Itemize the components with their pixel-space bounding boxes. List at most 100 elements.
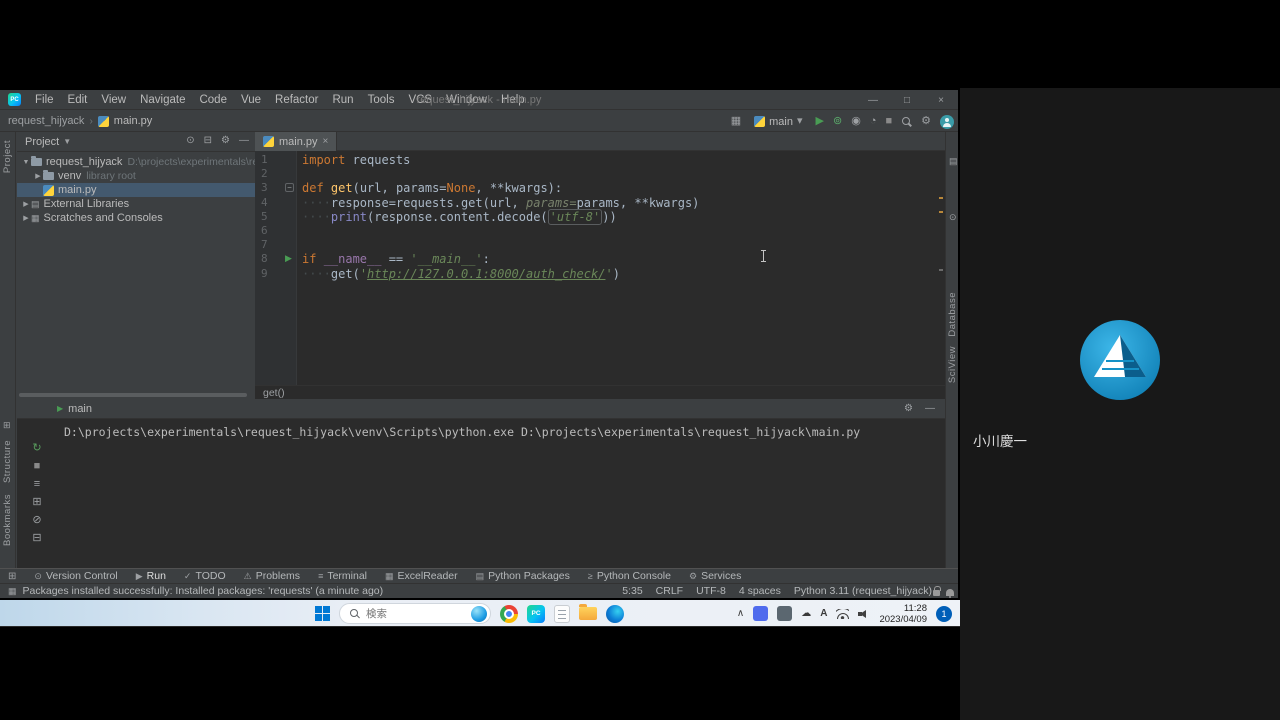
status-widget-2[interactable]: UTF-8 bbox=[696, 585, 726, 597]
file-explorer-icon[interactable] bbox=[579, 607, 597, 620]
menu-vcs[interactable]: VCS bbox=[402, 92, 438, 108]
editor-breadcrumb[interactable]: get() bbox=[255, 385, 945, 399]
start-button-icon[interactable] bbox=[315, 606, 330, 621]
settings-icon[interactable]: ⚙ bbox=[904, 403, 913, 414]
onedrive-cloud-icon[interactable]: ☁ bbox=[801, 608, 811, 619]
menu-edit[interactable]: Edit bbox=[62, 92, 94, 108]
console-output[interactable]: D:\projects\experimentals\request_hijyac… bbox=[64, 425, 941, 439]
commit-icon[interactable]: ⊞ bbox=[3, 420, 11, 431]
collapse-icon[interactable]: ⊟ bbox=[32, 533, 41, 544]
stop-icon[interactable]: ■ bbox=[34, 461, 41, 472]
run-config-selector[interactable]: main▾ bbox=[750, 115, 806, 129]
tray-chevron-up-icon[interactable]: ∧ bbox=[737, 608, 744, 619]
tree-item-external-libraries[interactable]: ▶▤External Libraries bbox=[17, 197, 255, 211]
menu-window[interactable]: Window bbox=[440, 92, 493, 108]
settings-button[interactable]: ⚙ bbox=[921, 116, 931, 127]
code-line-2[interactable] bbox=[302, 167, 945, 181]
toolwindow-button-terminal[interactable]: ≡Terminal bbox=[318, 570, 367, 582]
collapse-all-icon[interactable]: ⊟ bbox=[204, 135, 212, 146]
pin-icon[interactable]: ⊞ bbox=[32, 497, 41, 508]
toolwindow-button-excelreader[interactable]: ▦ExcelReader bbox=[385, 570, 458, 582]
stripe-database[interactable]: Database bbox=[947, 292, 958, 337]
run-button[interactable]: ▶ bbox=[816, 116, 824, 127]
notepad-icon[interactable] bbox=[554, 605, 570, 623]
stop-button[interactable]: ■ bbox=[885, 116, 892, 127]
status-widget-4[interactable]: Python 3.11 (request_hijyack) bbox=[794, 585, 932, 597]
code-editor[interactable]: 123456789 − ▶ import requestsdef get(url… bbox=[255, 151, 945, 385]
code-line-7[interactable] bbox=[302, 238, 945, 252]
toolwindow-button-python-packages[interactable]: ▤Python Packages bbox=[476, 570, 570, 582]
pycharm-taskbar-icon[interactable]: PC bbox=[527, 605, 545, 623]
menu-file[interactable]: File bbox=[29, 92, 60, 108]
editor-tab-main-py[interactable]: main.py × bbox=[255, 132, 337, 151]
stripe-sciview[interactable]: SciView bbox=[947, 346, 958, 383]
hide-panel-icon[interactable]: — bbox=[239, 135, 249, 146]
toolwindow-button-version-control[interactable]: ⊙Version Control bbox=[34, 570, 117, 582]
notifications-bell-icon[interactable] bbox=[946, 589, 954, 596]
horizontal-scrollbar[interactable] bbox=[19, 393, 247, 397]
wifi-icon[interactable] bbox=[836, 609, 849, 619]
chevron-right-icon[interactable]: ▶ bbox=[21, 200, 31, 208]
tray-app-icon[interactable] bbox=[777, 606, 792, 621]
debug-button[interactable]: ⊚ bbox=[833, 116, 842, 127]
breadcrumb-project[interactable]: request_hijyack bbox=[8, 115, 84, 127]
chevron-right-icon[interactable]: ▶ bbox=[21, 214, 31, 222]
code-line-3[interactable]: def get(url, params=None, **kwargs): bbox=[302, 181, 945, 195]
clear-icon[interactable]: ⊘ bbox=[32, 515, 41, 526]
restore-layout-icon[interactable]: ≡ bbox=[34, 479, 40, 490]
locate-file-icon[interactable]: ⊙ bbox=[186, 135, 194, 146]
menu-help[interactable]: Help bbox=[495, 92, 531, 108]
toolwindow-button-problems[interactable]: ⚠Problems bbox=[244, 570, 300, 582]
status-widget-1[interactable]: CRLF bbox=[656, 585, 683, 597]
toolwindow-button-services[interactable]: ⚙Services bbox=[689, 570, 741, 582]
chrome-icon[interactable] bbox=[500, 605, 518, 623]
close-button[interactable]: × bbox=[924, 90, 958, 110]
search-everywhere-button[interactable] bbox=[901, 116, 912, 127]
teams-icon[interactable] bbox=[753, 606, 768, 621]
status-widget-3[interactable]: 4 spaces bbox=[739, 585, 781, 597]
taskbar-search[interactable] bbox=[339, 603, 491, 624]
toolwindow-button-python-console[interactable]: ≥Python Console bbox=[588, 570, 671, 582]
tree-item-main-py[interactable]: main.py bbox=[17, 183, 255, 197]
code-line-1[interactable]: import requests bbox=[302, 153, 945, 167]
fold-marker-icon[interactable]: − bbox=[285, 183, 294, 192]
menu-run[interactable]: Run bbox=[326, 92, 359, 108]
tree-item-request-hijyack[interactable]: ▼request_hijyackD:\projects\experimental… bbox=[17, 155, 255, 169]
tree-item-scratches-and-consoles[interactable]: ▶▦Scratches and Consoles bbox=[17, 211, 255, 225]
coverage-button[interactable]: ◉ bbox=[851, 116, 861, 127]
lock-icon[interactable] bbox=[933, 590, 940, 596]
notification-badge[interactable]: 1 bbox=[936, 606, 952, 622]
run-tab-main[interactable]: ▶ main bbox=[57, 403, 92, 415]
search-highlights-icon[interactable] bbox=[471, 606, 487, 622]
rerun-icon[interactable]: ↻ bbox=[32, 443, 41, 454]
menu-vue[interactable]: Vue bbox=[235, 92, 267, 108]
tree-item-venv[interactable]: ▶venvlibrary root bbox=[17, 169, 255, 183]
search-input[interactable] bbox=[366, 608, 465, 620]
menu-tools[interactable]: Tools bbox=[362, 92, 401, 108]
code-line-8[interactable]: if __name__ == '__main__': bbox=[302, 252, 945, 266]
project-panel-title[interactable]: Project bbox=[25, 136, 59, 148]
code-line-4[interactable]: ····response=requests.get(url, params=pa… bbox=[302, 196, 945, 210]
code-line-6[interactable] bbox=[302, 224, 945, 238]
close-tab-icon[interactable]: × bbox=[323, 136, 329, 147]
taskbar-clock[interactable]: 11:28 2023/04/09 bbox=[879, 603, 927, 625]
toolwindow-button-todo[interactable]: ✓TODO bbox=[184, 570, 226, 582]
code-line-9[interactable]: ····get('http://127.0.0.1:8000/auth_chec… bbox=[302, 267, 945, 281]
volume-icon[interactable] bbox=[858, 609, 870, 619]
notifications-icon[interactable]: ▤ bbox=[949, 156, 958, 167]
chevron-right-icon[interactable]: ▶ bbox=[33, 172, 43, 180]
hide-panel-icon[interactable]: — bbox=[925, 403, 935, 414]
user-avatar[interactable] bbox=[940, 115, 954, 129]
minimize-button[interactable]: — bbox=[856, 90, 890, 110]
breadcrumb-file[interactable]: main.py bbox=[114, 115, 153, 127]
maximize-button[interactable]: □ bbox=[890, 90, 924, 110]
status-message-block[interactable]: ▦ Packages installed successfully: Insta… bbox=[8, 585, 383, 597]
code-line-5[interactable]: ····print(response.content.decode('utf-8… bbox=[302, 210, 945, 224]
profiler-button[interactable]: ◔ bbox=[870, 116, 877, 127]
gradle-icon[interactable]: ⊙ bbox=[949, 212, 957, 223]
status-widget-0[interactable]: 5:35 bbox=[622, 585, 642, 597]
sidebar-stripe-structure[interactable]: Structure bbox=[2, 440, 13, 483]
toolwindow-button-run[interactable]: ▶Run bbox=[136, 570, 166, 582]
edge-icon[interactable] bbox=[606, 605, 624, 623]
tool-windows-grid-icon[interactable]: ⊞ bbox=[8, 571, 16, 582]
